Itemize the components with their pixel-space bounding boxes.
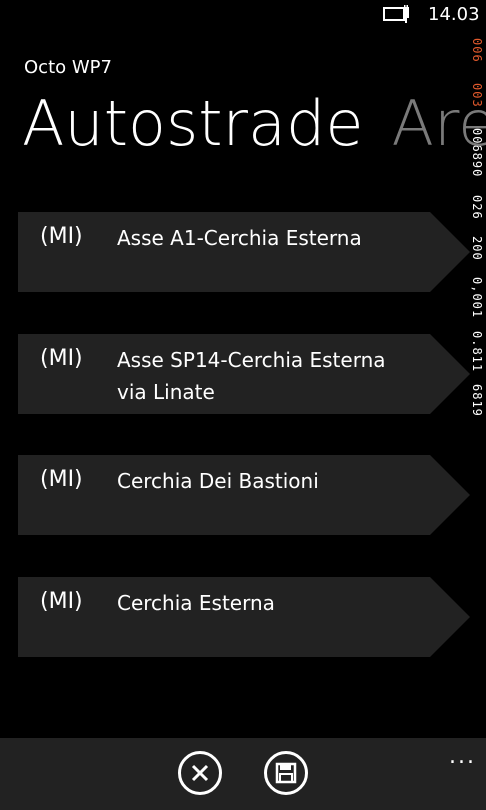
perf-counter: 200 [470,236,484,262]
cancel-button[interactable] [178,751,222,795]
route-code: (MI) [40,224,83,249]
perf-counter: 0,001 [470,277,484,319]
route-name: Asse SP14-Cerchia Esterna via Linate [117,348,386,404]
application-bar [0,738,486,810]
route-item[interactable]: (MI) Cerchia Esterna [18,577,470,657]
status-bar: 14.03 [0,0,486,32]
route-code: (MI) [40,467,83,492]
clock: 14.03 [428,4,480,25]
charging-icon [403,5,409,23]
perf-counter: 006 [470,38,484,63]
route-name: Cerchia Esterna [117,591,275,615]
route-item[interactable]: (MI) Asse A1-Cerchia Esterna [18,212,470,292]
route-item[interactable]: (MI) Cerchia Dei Bastioni [18,455,470,535]
route-name: Cerchia Dei Bastioni [117,469,319,493]
route-code: (MI) [40,346,83,371]
perf-counter: 026 [470,195,484,221]
perf-counter: 0.811 [470,330,484,372]
perf-counter: 6819 [470,384,484,417]
more-options-button[interactable]: ... [449,744,476,769]
route-name: Asse A1-Cerchia Esterna [117,226,362,250]
app-title: Octo WP7 [24,57,112,78]
pivot-item-next[interactable]: Are [392,87,486,160]
pivot-item-autostrade[interactable]: Autostrade [22,87,364,160]
floppy-disk-icon [275,762,297,784]
close-icon [191,764,209,782]
route-item[interactable]: (MI) Asse SP14-Cerchia Esterna via Linat… [18,334,470,414]
pivot-header[interactable]: Autostrade Are [22,86,486,162]
save-button[interactable] [264,751,308,795]
route-code: (MI) [40,589,83,614]
